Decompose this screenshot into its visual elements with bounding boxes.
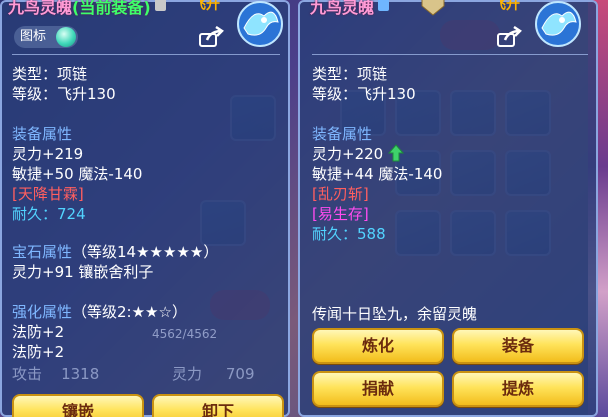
bg-attack-label: 攻击: [12, 365, 43, 383]
gem-attr-title: 宝石属性: [12, 243, 73, 261]
bg-spirit-label: 灵力: [172, 365, 203, 383]
donate-button[interactable]: 捐献: [312, 371, 444, 407]
special-skill: [乱刃斩]: [312, 185, 369, 203]
special-skill: [天降甘霖]: [12, 185, 84, 203]
item-name-header: 九鸟灵魄(当前装备): [8, 0, 166, 18]
durability-value: 724: [57, 205, 86, 223]
item-level: 等级：飞升130: [12, 85, 116, 103]
lock-badge-icon: [154, 0, 166, 11]
gem-attr-row: 宝石属性（等级14★★★★★）: [12, 242, 218, 262]
toggle-knob-icon: [56, 27, 76, 47]
share-icon[interactable]: [198, 26, 224, 48]
equip-button[interactable]: 装备: [452, 328, 584, 364]
phoenix-crest-icon: [535, 1, 581, 47]
bg-spirit-stat: 灵力 709: [172, 364, 255, 384]
phoenix-crest-icon: [237, 1, 283, 47]
bind-badge-icon: [378, 0, 390, 11]
power-label: 飞升: [192, 0, 220, 13]
durability-label: 耐久：: [312, 225, 358, 243]
divider: [12, 54, 280, 55]
rank-badge-icon: [421, 0, 445, 16]
power-label: 飞升: [492, 0, 520, 13]
durability: 耐久：724: [12, 204, 86, 224]
durability-value: 588: [357, 225, 386, 243]
bg-hp-bar-text: 4562/4562: [152, 327, 218, 341]
bg-spirit-value: 709: [225, 365, 255, 383]
stat-spirit: 灵力+220: [312, 145, 384, 163]
refine-button[interactable]: 炼化: [312, 328, 444, 364]
share-icon[interactable]: [496, 26, 522, 48]
item-name: 九鸟灵魄: [8, 0, 73, 17]
enhance-attr-row: 强化属性（等级2:★★☆）: [12, 302, 187, 322]
equipped-item-panel: 九鸟灵魄(当前装备) 飞升 图标 类型：项链 等级：飞升130 装备属性 灵力+…: [0, 0, 290, 417]
unequip-button[interactable]: 卸下: [152, 394, 284, 417]
current-equip-tag: (当前装备): [72, 0, 151, 17]
item-name-header: 九鸟灵魄: [310, 0, 390, 18]
up-arrow-icon: [387, 144, 404, 162]
item-level: 等级：飞升130: [312, 85, 416, 103]
icon-toggle-label: 图标: [20, 29, 47, 44]
bg-attack-value: 1318: [61, 365, 100, 383]
special-effect: [易生存]: [312, 205, 369, 223]
enhance-stat-1: 法防+2: [12, 323, 65, 341]
equip-attr-title: 装备属性: [312, 125, 373, 143]
stat-spirit: 灵力+219: [12, 145, 84, 163]
stat-agility-magic: 敏捷+50 魔法-140: [12, 165, 143, 183]
stat-spirit-row: 灵力+220: [312, 144, 404, 164]
stat-agility-magic: 敏捷+44 魔法-140: [312, 165, 443, 183]
item-type: 类型：项链: [312, 65, 388, 83]
item-name: 九鸟灵魄: [310, 0, 375, 17]
embed-button[interactable]: 镶嵌: [12, 394, 144, 417]
item-lore: 传闻十日坠九，余留灵魄: [312, 305, 478, 323]
gem-stat: 灵力+91 镶嵌舍利子: [12, 263, 154, 281]
bg-attack-stat: 攻击 1318: [12, 364, 99, 384]
item-type: 类型：项链: [12, 65, 88, 83]
equip-attr-title: 装备属性: [12, 125, 73, 143]
enhance-level: （等级2:★★☆）: [72, 303, 187, 321]
compared-item-panel: 九鸟灵魄 飞升 类型：项链 等级：飞升130 装备属性 灵力+220 敏捷+44…: [298, 0, 598, 417]
gem-level: （等级14★★★★★）: [72, 243, 219, 261]
enhance-attr-title: 强化属性: [12, 303, 73, 321]
durability-label: 耐久：: [12, 205, 58, 223]
divider: [312, 54, 588, 55]
icon-toggle[interactable]: 图标: [14, 26, 78, 48]
durability: 耐久：588: [312, 224, 386, 244]
enhance-stat-2: 法防+2: [12, 343, 65, 361]
extract-button[interactable]: 提炼: [452, 371, 584, 407]
